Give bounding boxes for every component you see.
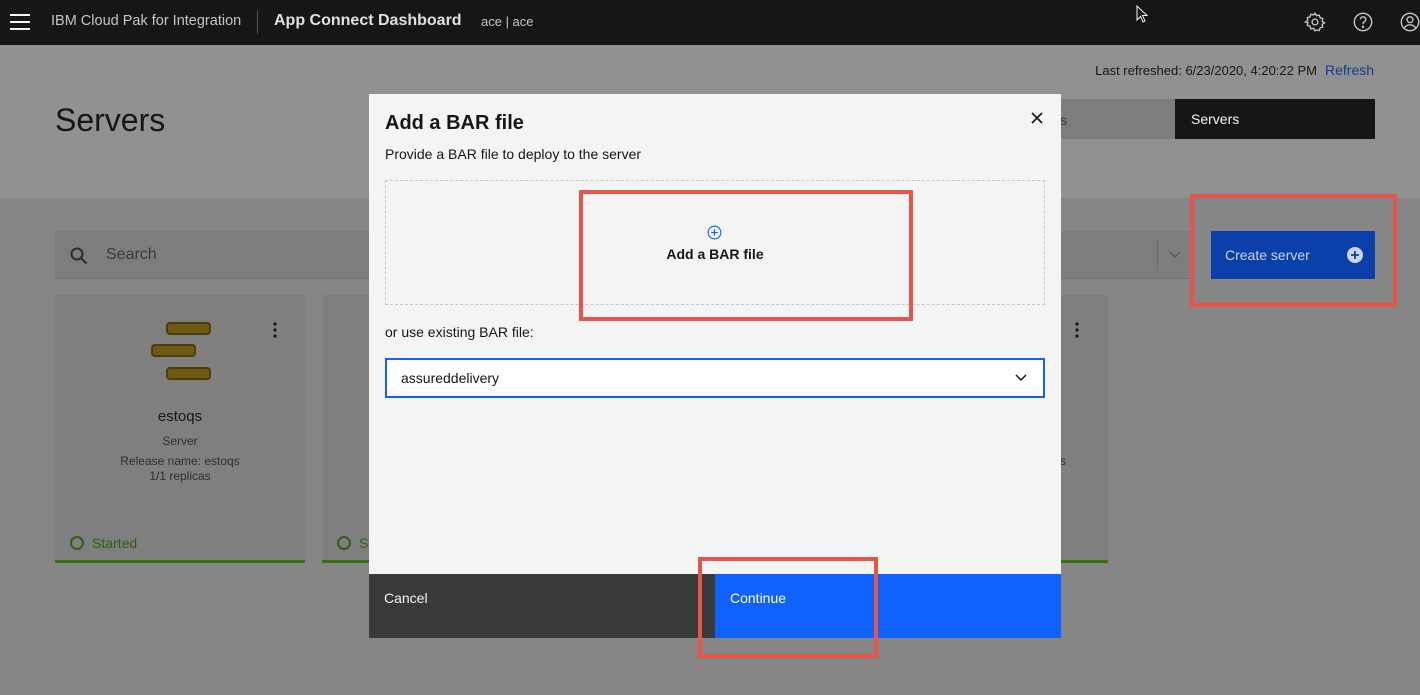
highlight-continue xyxy=(698,557,878,658)
server-name: estoqs xyxy=(157,408,203,425)
search-placeholder: Search xyxy=(106,246,157,263)
mouse-cursor-icon xyxy=(1136,5,1148,23)
cancel-button[interactable]: Cancel xyxy=(369,574,715,638)
settings-icon[interactable] xyxy=(1304,11,1326,33)
selected-bar-value: assureddelivery xyxy=(401,370,500,386)
chevron-down-icon[interactable] xyxy=(1168,249,1182,261)
server-icon xyxy=(151,322,211,380)
status-started-icon xyxy=(70,536,84,550)
app-title: App Connect Dashboard xyxy=(274,12,462,29)
modal-title: Add a BAR file xyxy=(385,112,524,134)
server-status: Started xyxy=(92,535,138,551)
search-divider xyxy=(1157,240,1158,270)
tab-servers[interactable]: Servers xyxy=(1175,99,1375,139)
header-divider xyxy=(257,10,258,34)
existing-bar-label: or use existing BAR file: xyxy=(385,324,534,340)
modal-subtitle: Provide a BAR file to deploy to the serv… xyxy=(385,146,642,162)
top-navigation-bar: IBM Cloud Pak for Integration App Connec… xyxy=(0,0,1420,45)
highlight-create-server xyxy=(1190,194,1397,307)
chevron-down-icon[interactable] xyxy=(1014,372,1028,384)
close-icon[interactable] xyxy=(1029,110,1045,126)
highlight-add-bar-file xyxy=(579,190,913,321)
user-icon[interactable] xyxy=(1399,11,1420,33)
status-started-icon xyxy=(337,536,351,550)
tab-other-label: s xyxy=(1060,112,1067,128)
page-title: Servers xyxy=(55,102,166,138)
release-name: Release name: estoqs xyxy=(120,454,240,468)
search-icon xyxy=(70,247,88,265)
refresh-link[interactable]: Refresh xyxy=(1325,62,1374,78)
help-icon[interactable] xyxy=(1352,11,1374,33)
menu-icon[interactable] xyxy=(10,12,30,32)
replica-count: 1/1 replicas xyxy=(149,469,211,483)
brand-name[interactable]: IBM Cloud Pak for Integration xyxy=(51,13,241,29)
server-type: Server xyxy=(162,434,198,448)
overflow-menu-icon[interactable] xyxy=(1075,322,1079,338)
overflow-menu-icon[interactable] xyxy=(273,322,277,338)
last-refreshed-text: Last refreshed: 6/23/2020, 4:20:22 PM xyxy=(1095,63,1317,78)
namespace-label: ace | ace xyxy=(481,14,534,29)
